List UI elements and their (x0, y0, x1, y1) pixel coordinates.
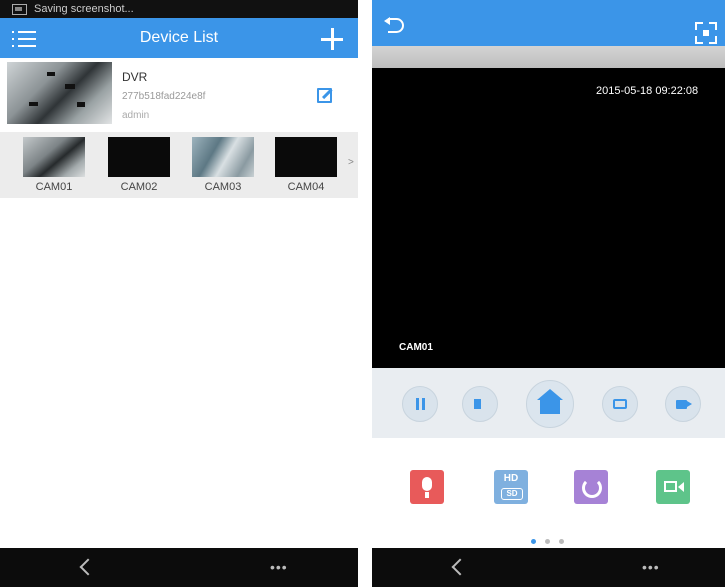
camera-thumb-cam04[interactable]: CAM04 (275, 137, 337, 193)
screenshot-icon (12, 4, 27, 15)
more-nav-icon[interactable]: ••• (270, 559, 288, 575)
camera-preview (192, 137, 254, 177)
camera-thumb-cam01[interactable]: CAM01 (23, 137, 85, 193)
hd-sd-button[interactable]: HD SD (494, 470, 528, 504)
page-title: Device List (139, 29, 219, 46)
control-bar (372, 368, 725, 438)
home-button[interactable] (526, 380, 574, 428)
camera-strip: CAM01 CAM02 CAM03 CAM04 (0, 132, 358, 198)
camera-label: CAM04 (287, 181, 325, 193)
edit-icon[interactable] (317, 86, 333, 103)
device-list-screen: Saving screenshot... Device List DVR 277… (0, 0, 358, 587)
live-view-screen: 2015-05-18 09:22:08 CAM01 HD SD ••• (372, 0, 725, 587)
sd-label: SD (501, 488, 523, 500)
device-name: DVR (122, 70, 148, 84)
pause-button[interactable] (402, 386, 438, 422)
nav-bar: ••• (372, 548, 725, 587)
camera-icon (613, 399, 627, 409)
device-user: admin (122, 110, 150, 121)
camera-thumb-cam02[interactable]: CAM02 (108, 137, 170, 193)
status-bar: Saving screenshot... (0, 0, 358, 18)
device-id: 277b518fad224e8f (122, 91, 206, 102)
video-timestamp: 2015-05-18 09:22:08 (596, 85, 699, 97)
camera-label: CAM03 (204, 181, 242, 193)
add-device-icon[interactable] (320, 27, 344, 51)
more-nav-icon[interactable]: ••• (642, 559, 660, 575)
camera-preview (108, 137, 170, 177)
camera-label: CAM01 (35, 181, 73, 193)
rotate-button[interactable] (574, 470, 608, 504)
camera-thumb-cam03[interactable]: CAM03 (192, 137, 254, 193)
video-icon (676, 400, 687, 409)
microphone-icon (422, 477, 432, 491)
record-button[interactable] (665, 386, 701, 422)
speaker-icon (474, 399, 481, 409)
record-icon (664, 481, 677, 492)
title-bar (372, 0, 725, 46)
page-dot[interactable] (531, 539, 536, 544)
menu-icon[interactable] (12, 30, 36, 48)
video-record-button[interactable] (656, 470, 690, 504)
strip-next-icon[interactable]: > (348, 157, 354, 168)
back-nav-icon[interactable] (79, 558, 97, 576)
back-arrow-icon[interactable] (384, 17, 404, 33)
back-nav-icon[interactable] (451, 558, 469, 576)
camera-label: CAM02 (120, 181, 158, 193)
hd-label: HD (503, 473, 519, 484)
fullscreen-icon[interactable] (695, 22, 717, 44)
camera-preview (23, 137, 85, 177)
device-thumbnail[interactable] (7, 62, 112, 124)
nav-bar: ••• (0, 548, 358, 587)
pause-icon (416, 398, 419, 410)
page-dot[interactable] (545, 539, 550, 544)
divider-bar (372, 46, 725, 68)
video-camera-label: CAM01 (399, 342, 433, 353)
status-text: Saving screenshot... (34, 3, 134, 15)
snapshot-button[interactable] (602, 386, 638, 422)
page-dot[interactable] (559, 539, 564, 544)
camera-preview (275, 137, 337, 177)
rotate-icon (582, 478, 602, 498)
video-view[interactable] (372, 68, 725, 368)
sound-button[interactable] (462, 386, 498, 422)
talk-button[interactable] (410, 470, 444, 504)
page-indicator (531, 531, 573, 549)
title-bar: Device List (0, 18, 358, 58)
